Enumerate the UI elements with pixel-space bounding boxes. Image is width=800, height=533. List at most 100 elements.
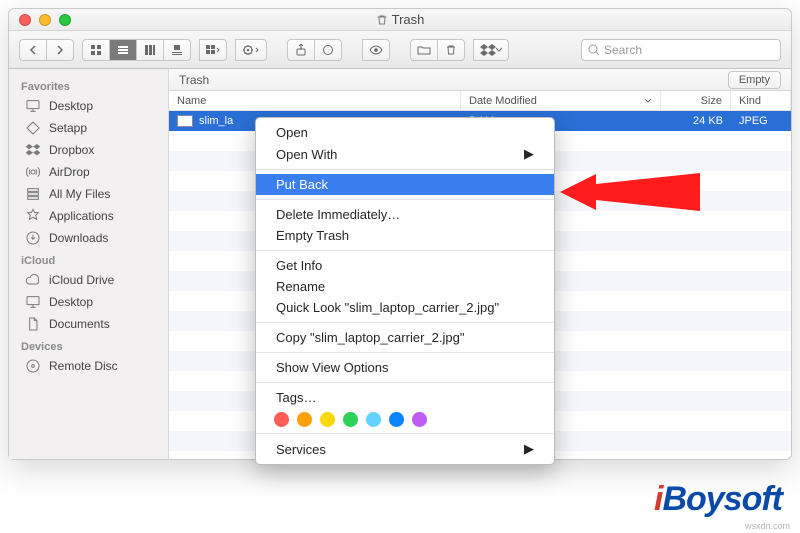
context-menu: Open Open With▶ Put Back Delete Immediat…: [255, 117, 555, 465]
view-columns-button[interactable]: [136, 39, 164, 61]
search-placeholder: Search: [604, 43, 642, 57]
col-date[interactable]: Date Modified: [461, 91, 661, 110]
chevron-right-icon: [55, 45, 65, 55]
document-icon: [25, 316, 41, 332]
search-field[interactable]: Search: [581, 39, 781, 61]
quicklook-button[interactable]: [362, 39, 390, 61]
file-thumb-icon: [177, 115, 193, 127]
sidebar-item-airdrop[interactable]: AirDrop: [9, 161, 168, 183]
window-traffic-lights: [9, 14, 71, 26]
tag-green[interactable]: [343, 412, 358, 427]
tags-button[interactable]: [314, 39, 342, 61]
view-icons-button[interactable]: [82, 39, 110, 61]
action-menu-button[interactable]: [235, 39, 267, 61]
tag-orange[interactable]: [297, 412, 312, 427]
sidebar-item-applications[interactable]: Applications: [9, 205, 168, 227]
view-list-button[interactable]: [109, 39, 137, 61]
zoom-window-button[interactable]: [59, 14, 71, 26]
desktop-icon: [25, 294, 41, 310]
columns-icon: [144, 44, 156, 56]
menu-open[interactable]: Open: [256, 122, 554, 143]
sidebar-item-desktop[interactable]: Desktop: [9, 95, 168, 117]
dropbox-icon: [480, 44, 496, 56]
dropbox-group: [473, 39, 509, 61]
sidebar: Favorites Desktop Setapp Dropbox AirDrop…: [9, 69, 169, 459]
coverflow-icon: [171, 44, 183, 56]
file-size: 24 KB: [693, 115, 723, 127]
menu-put-back[interactable]: Put Back: [256, 174, 554, 195]
trash2-icon: [445, 44, 457, 56]
action-group: [235, 39, 267, 61]
view-switch: [82, 39, 191, 61]
col-name[interactable]: Name: [169, 91, 461, 110]
share-button[interactable]: [287, 39, 315, 61]
dropbox-button[interactable]: [473, 39, 509, 61]
file-name: slim_la: [199, 115, 233, 127]
path-label: Trash: [179, 73, 209, 87]
menu-services[interactable]: Services▶: [256, 438, 554, 460]
menu-copy[interactable]: Copy "slim_laptop_carrier_2.jpg": [256, 327, 554, 348]
sidebar-item-dropbox[interactable]: Dropbox: [9, 139, 168, 161]
sidebar-item-downloads[interactable]: Downloads: [9, 227, 168, 249]
view-coverflow-button[interactable]: [163, 39, 191, 61]
toolbar: Search: [9, 31, 791, 69]
arrange-button[interactable]: [199, 39, 227, 61]
source-watermark: wsxdn.com: [745, 521, 790, 531]
sidebar-item-allmyfiles[interactable]: All My Files: [9, 183, 168, 205]
share-icon: [295, 44, 307, 56]
disc-icon: [25, 358, 41, 374]
folder-icon: [417, 45, 431, 55]
tag-blue[interactable]: [389, 412, 404, 427]
gear-icon: [242, 44, 260, 56]
window-title: Trash: [9, 12, 791, 27]
tag-purple[interactable]: [412, 412, 427, 427]
empty-trash-button[interactable]: Empty: [728, 71, 781, 89]
menu-separator: [256, 169, 554, 170]
chevron-down-icon: [496, 47, 502, 53]
delete-button[interactable]: [437, 39, 465, 61]
cloud-icon: [25, 272, 41, 288]
column-headers: Name Date Modified Size Kind: [169, 91, 791, 111]
close-window-button[interactable]: [19, 14, 31, 26]
menu-separator: [256, 433, 554, 434]
tag-red[interactable]: [274, 412, 289, 427]
menu-rename[interactable]: Rename: [256, 276, 554, 297]
menu-delete-immediately[interactable]: Delete Immediately…: [256, 204, 554, 225]
new-folder-button[interactable]: [410, 39, 438, 61]
tag-cyan[interactable]: [366, 412, 381, 427]
search-icon: [588, 44, 600, 56]
diamond-icon: [25, 120, 41, 136]
sidebar-item-icloud-desktop[interactable]: Desktop: [9, 291, 168, 313]
menu-quick-look[interactable]: Quick Look "slim_laptop_carrier_2.jpg": [256, 297, 554, 318]
menu-empty-trash[interactable]: Empty Trash: [256, 225, 554, 246]
menu-show-view-options[interactable]: Show View Options: [256, 357, 554, 378]
back-button[interactable]: [19, 39, 47, 61]
col-size[interactable]: Size: [661, 91, 731, 110]
titlebar: Trash: [9, 9, 791, 31]
sidebar-item-iclouddrive[interactable]: iCloud Drive: [9, 269, 168, 291]
sidebar-item-remotedisc[interactable]: Remote Disc: [9, 355, 168, 377]
submenu-arrow-icon: ▶: [524, 441, 534, 457]
path-bar: Trash Empty: [169, 69, 791, 91]
nav-back-forward: [19, 39, 74, 61]
tag-yellow[interactable]: [320, 412, 335, 427]
folder-ops: [410, 39, 465, 61]
sidebar-header-favorites: Favorites: [9, 75, 168, 95]
menu-open-with[interactable]: Open With▶: [256, 143, 554, 165]
trash-icon: [376, 14, 388, 26]
col-kind[interactable]: Kind: [731, 91, 791, 110]
menu-get-info[interactable]: Get Info: [256, 255, 554, 276]
arrange-icon: [206, 45, 220, 55]
arrange-group: [199, 39, 227, 61]
download-icon: [25, 230, 41, 246]
apps-icon: [25, 208, 41, 224]
airdrop-icon: [25, 164, 41, 180]
quicklook-group: [362, 39, 390, 61]
minimize-window-button[interactable]: [39, 14, 51, 26]
share-group: [287, 39, 342, 61]
grid-icon: [90, 44, 102, 56]
file-kind: JPEG: [739, 115, 768, 127]
forward-button[interactable]: [46, 39, 74, 61]
sidebar-item-setapp[interactable]: Setapp: [9, 117, 168, 139]
sidebar-item-documents[interactable]: Documents: [9, 313, 168, 335]
